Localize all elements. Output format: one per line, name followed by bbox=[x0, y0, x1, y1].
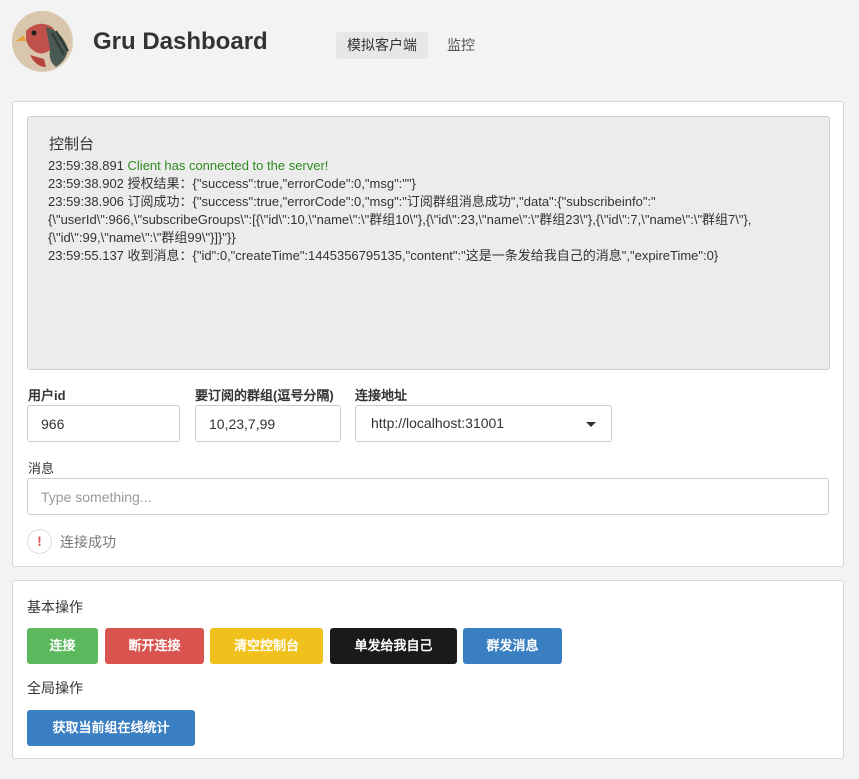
clear-console-button[interactable]: 清空控制台 bbox=[210, 628, 323, 664]
log-text: 订阅成功：{"success":true,"errorCode":0,"msg"… bbox=[48, 194, 752, 245]
alert-icon: ! bbox=[27, 529, 52, 554]
groups-input[interactable] bbox=[195, 405, 341, 442]
send-to-self-button[interactable]: 单发给我自己 bbox=[330, 628, 457, 664]
log-text: 收到消息：{"id":0,"createTime":1445356795135,… bbox=[127, 248, 719, 263]
log-line: 23:59:38.906 订阅成功：{"success":true,"error… bbox=[48, 193, 818, 247]
header: Gru Dashboard 模拟客户端 监控 bbox=[0, 0, 859, 90]
log-time: 23:59:38.902 bbox=[48, 176, 124, 191]
address-label: 连接地址 bbox=[355, 388, 408, 403]
log-time: 23:59:38.906 bbox=[48, 194, 124, 209]
message-input[interactable] bbox=[27, 478, 829, 515]
console-log: 23:59:38.891 Client has connected to the… bbox=[48, 157, 818, 265]
message-label: 消息 bbox=[28, 461, 55, 476]
log-line: 23:59:55.137 收到消息：{"id":0,"createTime":1… bbox=[48, 247, 818, 265]
global-ops-title: 全局操作 bbox=[27, 680, 83, 696]
tab-simulated-client[interactable]: 模拟客户端 bbox=[336, 32, 428, 59]
tab-monitor[interactable]: 监控 bbox=[436, 32, 486, 59]
operations-panel: 基本操作 连接 断开连接 清空控制台 单发给我自己 群发消息 全局操作 获取当前… bbox=[12, 580, 844, 759]
status-text: 连接成功 bbox=[60, 534, 116, 550]
user-id-label: 用户id bbox=[28, 388, 66, 403]
log-line: 23:59:38.902 授权结果：{"success":true,"error… bbox=[48, 175, 818, 193]
log-text: Client has connected to the server! bbox=[127, 158, 329, 173]
console-title: 控制台 bbox=[49, 136, 95, 153]
console: 控制台 23:59:38.891 Client has connected to… bbox=[27, 116, 830, 370]
address-select[interactable]: http://localhost:31001 bbox=[355, 405, 612, 442]
log-line: 23:59:38.891 Client has connected to the… bbox=[48, 157, 818, 175]
log-time: 23:59:38.891 bbox=[48, 158, 124, 173]
basic-ops-title: 基本操作 bbox=[27, 599, 83, 615]
bird-avatar-icon bbox=[12, 11, 73, 72]
client-panel: 控制台 23:59:38.891 Client has connected to… bbox=[12, 101, 844, 567]
log-time: 23:59:55.137 bbox=[48, 248, 124, 263]
disconnect-button[interactable]: 断开连接 bbox=[105, 628, 204, 664]
address-selected-value: http://localhost:31001 bbox=[371, 415, 505, 431]
groups-label: 要订阅的群组(逗号分隔) bbox=[195, 388, 334, 403]
online-stats-button[interactable]: 获取当前组在线统计 bbox=[27, 710, 195, 746]
app-title: Gru Dashboard bbox=[93, 28, 268, 55]
broadcast-button[interactable]: 群发消息 bbox=[463, 628, 562, 664]
user-id-input[interactable] bbox=[27, 405, 180, 442]
log-text: 授权结果：{"success":true,"errorCode":0,"msg"… bbox=[127, 176, 416, 191]
avatar bbox=[12, 11, 73, 72]
connect-button[interactable]: 连接 bbox=[27, 628, 98, 664]
chevron-down-icon bbox=[586, 422, 596, 427]
